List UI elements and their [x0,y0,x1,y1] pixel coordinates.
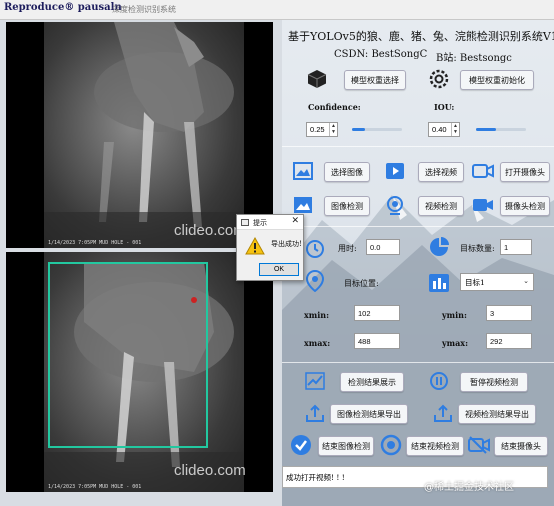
ymax-label: ymax: [442,338,469,348]
target-select-value: 目标1 [465,277,485,287]
iou-spinbox[interactable]: 0.40 ▲ ▼ [428,122,460,137]
close-icon[interactable]: ✕ [291,216,299,226]
deer-frame [44,22,244,248]
ymin-field[interactable]: 3 [486,305,532,321]
detect-image-button[interactable]: 图像检测 [324,196,370,216]
open-camera-button[interactable]: 打开摄像头 [500,162,550,182]
time-label: 用时: [338,244,357,253]
export-image-button[interactable]: 图像检测结果导出 [330,404,408,424]
confidence-slider-fill [352,128,365,131]
dialog-titlebar: 提示 ✕ [237,215,303,230]
end-camera-button[interactable]: 结束摄像头 [494,436,548,456]
upload-icon [432,402,454,424]
iou-label: IOU: [434,102,455,112]
chevron-down-icon: ⌄ [523,277,529,285]
xmin-label: xmin: [304,310,330,320]
app-window-icon [241,219,249,226]
control-panel: 基于YOLOv5的狼、鹿、猪、兔、浣熊检测识别系统V1.0 CSDN: Best… [282,20,554,506]
target-count-label: 目标数量: [460,244,495,253]
bar-chart-icon [428,272,450,294]
detect-camera-button[interactable]: 摄像头检测 [500,196,550,216]
info-dialog: 提示 ✕ 导出成功! OK [236,214,304,281]
pie-chart-icon [428,236,450,258]
divider [282,362,554,363]
camera-icon [472,160,494,182]
xmax-field[interactable]: 488 [354,333,400,349]
warning-icon [245,237,265,255]
status-message: 成功打开视频! ! ! [286,472,345,482]
video-watermark: clideo.com [174,462,246,479]
time-field[interactable]: 0.0 [366,239,400,255]
mountain-background [282,195,554,506]
iou-value: 0.40 [432,125,447,134]
spin-arrows-icon[interactable]: ▲ ▼ [451,123,459,136]
camera-off-icon [468,434,490,456]
image-icon [292,160,314,182]
pause-video-button[interactable]: 暂停视频检测 [460,372,528,392]
iou-slider-fill [476,128,496,131]
end-video-detect-button[interactable]: 结束视频检测 [406,436,464,456]
ymax-field[interactable]: 292 [486,333,532,349]
divider [282,226,554,227]
confidence-spinbox[interactable]: 0.25 ▲ ▼ [306,122,338,137]
dialog-title: 提示 [253,219,267,227]
window-title: 深度检测识别系统 [112,5,176,14]
spin-arrows-icon[interactable]: ▲ ▼ [329,123,337,136]
detection-video-pane: 1/14/2023 7:05PM MUD HOLE - 001 clideo.c… [6,252,273,492]
detect-video-button[interactable]: 视频检测 [418,196,464,216]
target-count-field[interactable]: 1 [500,239,532,255]
video-watermark: clideo.com [174,222,246,239]
confidence-value: 0.25 [310,125,325,134]
divider [282,146,554,147]
line-chart-icon [304,370,326,392]
xmin-field[interactable]: 102 [354,305,400,321]
pause-icon [428,370,450,392]
detection-bounding-box [48,262,208,448]
select-video-button[interactable]: 选择视频 [418,162,464,182]
target-select[interactable]: 目标1 ⌄ [460,273,534,291]
original-video-pane: 1/14/2023 7:05PM MUD HOLE - 001 clideo.c… [6,22,273,248]
settings-gear-icon [428,68,450,90]
clock-icon [304,238,326,260]
export-video-button[interactable]: 视频检测结果导出 [458,404,536,424]
ymin-label: ymin: [442,310,467,320]
confidence-label: Confidence: [308,102,361,112]
site-watermark: @稀土掘金技术社区 [424,482,514,493]
stop-circle-icon [380,434,402,456]
select-image-button[interactable]: 选择图像 [324,162,370,182]
window-titlebar: Reproduce® pausaln 深度检测识别系统 [0,0,554,20]
video-play-icon [384,160,406,182]
csdn-label: CSDN: BestSongC [334,49,428,60]
upload-icon [304,402,326,424]
show-results-button[interactable]: 检测结果展示 [340,372,404,392]
confidence-slider[interactable] [352,128,402,131]
dialog-message: 导出成功! [271,240,302,248]
end-image-detect-button[interactable]: 结束图像检测 [318,436,374,456]
video-timestamp: 1/14/2023 7:05PM MUD HOLE - 001 [48,484,142,490]
watermark-logo: Reproduce® pausaln [4,2,122,13]
webcam-icon [384,194,406,216]
app-title: 基于YOLOv5的狼、鹿、猪、兔、浣熊检测识别系统V1.0 [288,30,554,43]
video-timestamp: 1/14/2023 7:05PM MUD HOLE - 001 [48,240,142,246]
location-pin-icon [304,270,326,292]
bilibili-label: B站: Bestsongc [436,53,512,64]
check-circle-icon [290,434,312,456]
video-camera-icon [472,194,494,216]
iou-slider[interactable] [476,128,526,131]
cube-icon [306,68,328,90]
ok-button[interactable]: OK [259,263,299,276]
init-weights-button[interactable]: 模型权重初始化 [460,70,534,90]
select-weights-button[interactable]: 模型权重选择 [344,70,406,90]
image-detect-icon [292,194,314,216]
xmax-label: xmax: [304,338,331,348]
target-position-label: 目标位置: [344,279,379,288]
